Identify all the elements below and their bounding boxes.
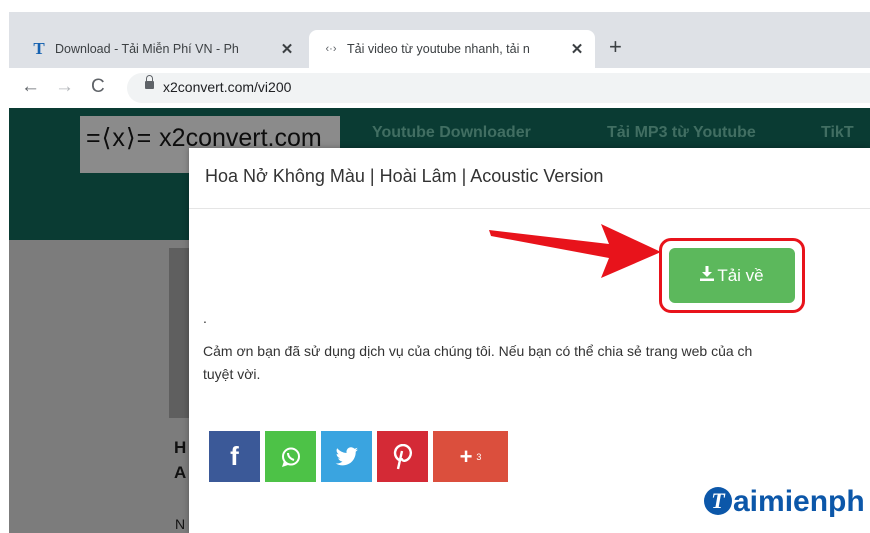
plus-icon: + [459,443,473,469]
share-whatsapp-button[interactable] [265,431,316,482]
taimienphi-watermark: Taimienph [704,485,865,519]
download-button[interactable]: Tải về [669,248,795,303]
share-count: 3 [476,451,482,462]
download-label: Tải về [717,265,764,285]
twitter-icon [335,446,358,465]
close-icon[interactable]: ✕ [277,40,297,58]
red-arrow-annotation [489,224,661,278]
tab-strip: T Download - Tải Miễn Phí VN - Ph ✕ ‹·› … [9,12,870,68]
tab-download-taimienphi[interactable]: T Download - Tải Miễn Phí VN - Ph ✕ [21,30,305,68]
tab-title: Tải video từ youtube nhanh, tải n [347,42,530,56]
facebook-icon: f [230,441,239,471]
video-title: Hoa Nở Không Màu | Hoài Lâm | Acoustic V… [205,166,604,186]
browser-window: T Download - Tải Miễn Phí VN - Ph ✕ ‹·› … [9,12,870,533]
download-modal: Hoa Nở Không Màu | Hoài Lâm | Acoustic V… [189,148,870,533]
menu-tai-mp3[interactable]: Tải MP3 từ Youtube [607,124,756,142]
reload-icon[interactable]: C [91,76,105,98]
close-icon[interactable]: ✕ [567,40,587,58]
menu-youtube-downloader[interactable]: Youtube Downloader [372,124,531,142]
address-bar[interactable]: x2convert.com/vi200 [127,73,870,103]
taimienphi-favicon-icon: T [33,39,45,58]
url-text[interactable]: x2convert.com/vi200 [163,79,291,95]
browser-toolbar: ← → C x2convert.com/vi200 [9,68,870,108]
message-line: Cảm ơn bạn đã sử dụng dịch vụ của chúng … [203,343,753,359]
share-pinterest-button[interactable] [377,431,428,482]
share-more-button[interactable]: + 3 [433,431,508,482]
background-heading-fragment: A [174,463,187,482]
dot-text: . [203,310,207,326]
logo-symbol: =⟨x⟩= [86,124,153,152]
watermark-logo-icon: T [704,487,732,515]
new-tab-button[interactable]: + [609,36,622,58]
tab-x2convert[interactable]: ‹·› Tải video từ youtube nhanh, tải n ✕ [309,30,595,68]
message-line: tuyệt vời. [203,366,261,382]
menu-tiktok[interactable]: TikT [821,124,854,142]
background-heading-fragment: H [174,438,187,457]
share-facebook-button[interactable]: f [209,431,260,482]
x2convert-favicon-icon: ‹·› [325,43,337,55]
page-content: =⟨x⟩= x2convert.com Youtube Downloader T… [9,108,870,533]
forward-arrow-icon[interactable]: → [55,76,74,98]
background-text-fragment: N [175,516,186,532]
share-twitter-button[interactable] [321,431,372,482]
modal-divider [189,208,870,209]
download-icon [700,266,715,285]
back-arrow-icon[interactable]: ← [21,76,40,98]
whatsapp-icon [281,447,300,467]
background-thumbnail [169,248,189,418]
watermark-text: aimienph [733,485,865,518]
pinterest-icon [393,443,412,469]
lock-icon[interactable] [145,75,154,89]
tab-title: Download - Tải Miễn Phí VN - Ph [55,42,239,56]
thank-you-message: Cảm ơn bạn đã sử dụng dịch vụ của chúng … [203,340,868,386]
